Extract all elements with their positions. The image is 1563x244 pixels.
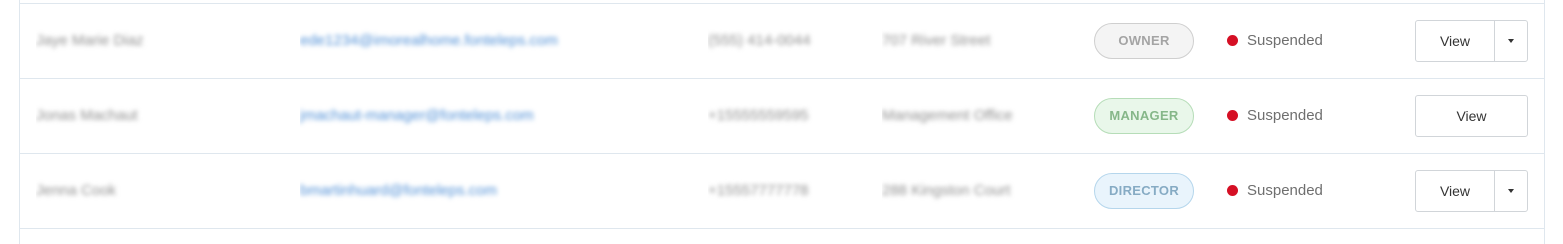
status-cell: Suspended	[1227, 3, 1387, 78]
role-cell: OWNER	[1094, 3, 1204, 78]
status-label: Suspended	[1247, 32, 1323, 49]
role-cell: DIRECTOR	[1094, 153, 1204, 228]
user-address: 288 Kingston Court	[882, 182, 1011, 199]
status-cell: Suspended	[1227, 153, 1387, 228]
user-email-link[interactable]: bmartinhuard@fonteleps.com	[300, 182, 497, 199]
caret-down-icon	[1508, 188, 1514, 193]
action-cell: View	[1415, 153, 1529, 228]
email-cell[interactable]: bmartinhuard@fonteleps.com	[300, 153, 700, 228]
users-table: Jaye Marie Diaz ede1234@imorealhome.font…	[19, 0, 1545, 244]
user-email-link[interactable]: ede1234@imorealhome.fonteleps.com	[300, 32, 558, 49]
role-badge-manager: MANAGER	[1094, 97, 1194, 134]
user-address: 707 River Street	[882, 32, 991, 49]
role-badge-director: DIRECTOR	[1094, 172, 1194, 209]
address-cell: 707 River Street	[882, 3, 1022, 78]
view-button-group: View	[1415, 94, 1528, 137]
user-email-link[interactable]: jmachaut-manager@fonteleps.com	[300, 107, 534, 124]
table-row: Jenna Cook bmartinhuard@fonteleps.com +1…	[20, 153, 1544, 228]
user-name: Jaye Marie Diaz	[36, 32, 144, 49]
table-row: Jonas Machaut jmachaut-manager@fonteleps…	[20, 78, 1544, 153]
action-cell: View	[1415, 78, 1529, 153]
status-label: Suspended	[1247, 182, 1323, 199]
address-cell: Management Office	[882, 78, 1022, 153]
status-dot-icon	[1227, 185, 1238, 196]
user-phone: (555) 414-0044	[708, 32, 811, 49]
caret-down-icon	[1508, 38, 1514, 43]
view-button[interactable]: View	[1416, 96, 1527, 136]
name-cell: Jenna Cook	[36, 153, 286, 228]
name-cell: Jaye Marie Diaz	[36, 3, 286, 78]
email-cell[interactable]: ede1234@imorealhome.fonteleps.com	[300, 3, 700, 78]
table-row: Jaye Marie Diaz ede1234@imorealhome.font…	[20, 3, 1544, 78]
email-cell[interactable]: jmachaut-manager@fonteleps.com	[300, 78, 700, 153]
status-dot-icon	[1227, 35, 1238, 46]
address-cell: 288 Kingston Court	[882, 153, 1022, 228]
view-button[interactable]: View	[1416, 171, 1494, 211]
name-cell: Jonas Machaut	[36, 78, 286, 153]
phone-cell: +15557777778	[708, 153, 868, 228]
user-address: Management Office	[882, 107, 1013, 124]
user-phone: +15555559595	[708, 107, 809, 124]
view-button-group: View	[1415, 19, 1528, 62]
view-button-group: View	[1415, 169, 1528, 212]
user-name: Jonas Machaut	[36, 107, 138, 124]
dropdown-toggle-button[interactable]	[1494, 20, 1527, 61]
user-name: Jenna Cook	[36, 182, 117, 199]
status-dot-icon	[1227, 110, 1238, 121]
action-cell: View	[1415, 3, 1529, 78]
view-button[interactable]: View	[1416, 21, 1494, 61]
phone-cell: +15555559595	[708, 78, 868, 153]
dropdown-toggle-button[interactable]	[1494, 170, 1527, 211]
status-label: Suspended	[1247, 107, 1323, 124]
role-badge-owner: OWNER	[1094, 22, 1194, 59]
user-phone: +15557777778	[708, 182, 809, 199]
status-cell: Suspended	[1227, 78, 1387, 153]
role-cell: MANAGER	[1094, 78, 1204, 153]
row-divider	[20, 228, 1544, 229]
phone-cell: (555) 414-0044	[708, 3, 868, 78]
